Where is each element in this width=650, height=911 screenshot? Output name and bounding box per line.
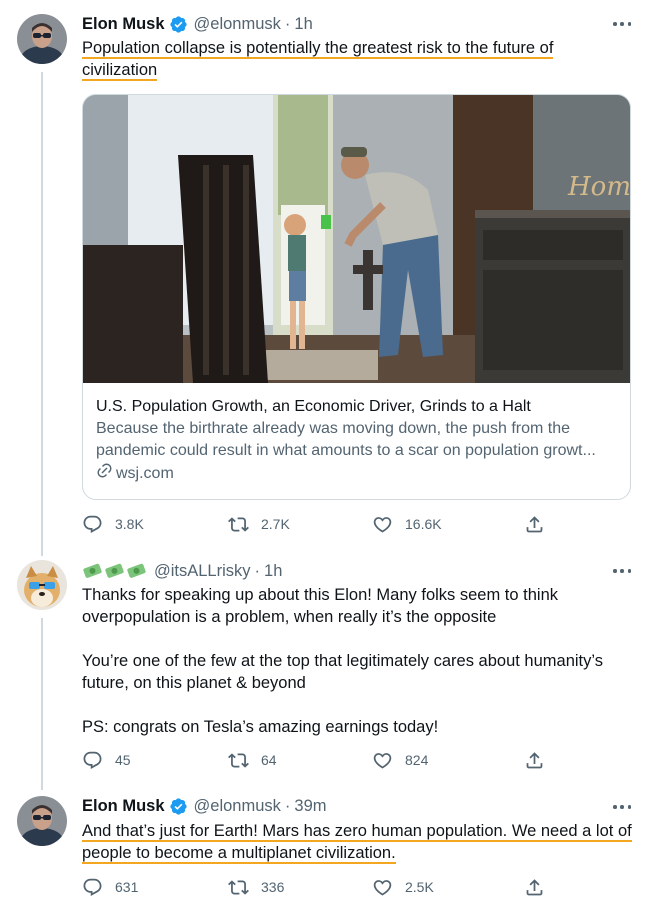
like-count: 824 xyxy=(405,752,429,768)
reply-count: 45 xyxy=(115,752,131,768)
card-description: Because the birthrate already was moving… xyxy=(96,418,617,462)
retweet-count: 336 xyxy=(261,879,285,895)
separator: · xyxy=(284,796,291,815)
tweet-text: Thanks for speaking up about this Elon! … xyxy=(82,584,634,738)
tweet-text: And that’s just for Earth! Mars has zero… xyxy=(82,820,634,864)
like-count: 16.6K xyxy=(405,516,442,532)
reply-button[interactable]: 631 xyxy=(82,876,138,898)
card-domain-text[interactable]: wsj.com xyxy=(116,463,174,485)
share-button[interactable] xyxy=(524,749,557,771)
tweet-text-line: overpopulation is a problem, when really… xyxy=(82,608,497,626)
tweet-text-line: You’re one of the few at the top that le… xyxy=(82,652,603,670)
like-icon xyxy=(373,516,392,533)
timestamp[interactable]: 1h xyxy=(294,15,312,34)
card-title: U.S. Population Growth, an Economic Driv… xyxy=(96,398,531,415)
tweet-3[interactable]: Elon Musk @elonmusk · 39m And that’s jus… xyxy=(0,786,650,911)
tweet-1[interactable]: Elon Musk @elonmusk · 1h Population coll… xyxy=(0,0,650,550)
share-button[interactable] xyxy=(524,876,557,898)
display-name[interactable]: Elon Musk xyxy=(82,15,165,34)
tweet-text-line: civilization xyxy=(82,61,158,81)
more-icon[interactable] xyxy=(610,16,634,32)
share-icon xyxy=(526,878,543,895)
money-bag-emoji-icon xyxy=(82,561,148,581)
display-name[interactable]: Elon Musk xyxy=(82,797,165,816)
reply-count: 3.8K xyxy=(115,516,144,532)
tweet-text-line: people to become a multiplanet civilizat… xyxy=(82,844,396,864)
share-icon xyxy=(526,515,543,532)
link-card[interactable]: Home U.S. Population Growth, an Economic… xyxy=(82,94,631,500)
more-icon[interactable] xyxy=(610,563,634,579)
link-icon xyxy=(96,462,116,486)
like-icon xyxy=(373,879,392,896)
action-bar: 631 336 2.5K xyxy=(82,876,552,898)
avatar[interactable] xyxy=(17,14,67,64)
tweet-text-line: PS: congrats on Tesla’s amazing earnings… xyxy=(82,718,439,736)
share-button[interactable] xyxy=(524,513,557,535)
tweet-text-line: future, on this planet & beyond xyxy=(82,674,306,692)
reply-icon xyxy=(83,751,102,769)
avatar[interactable] xyxy=(17,560,67,610)
like-button[interactable]: 2.5K xyxy=(372,876,434,898)
card-description-line: Because the birthrate already was moving… xyxy=(96,420,571,437)
like-button[interactable]: 16.6K xyxy=(372,513,442,535)
retweet-count: 2.7K xyxy=(261,516,290,532)
handle[interactable]: @elonmusk xyxy=(194,15,281,34)
separator: · xyxy=(284,14,291,33)
retweet-button[interactable]: 64 xyxy=(228,749,277,771)
retweet-button[interactable]: 336 xyxy=(228,876,284,898)
avatar[interactable] xyxy=(17,796,67,846)
tweet-2[interactable]: @itsALLrisky · 1h Thanks for speaking up… xyxy=(0,550,650,786)
card-description-line: pandemic could result in what amounts to… xyxy=(96,442,596,459)
tweet-text: Population collapse is potentially the g… xyxy=(82,37,634,81)
timestamp[interactable]: 39m xyxy=(294,797,326,816)
retweet-icon xyxy=(228,516,249,532)
reply-icon xyxy=(83,878,102,896)
verified-badge-icon xyxy=(169,797,188,816)
svg-text:Home: Home xyxy=(567,172,631,202)
card-domain: wsj.com xyxy=(96,462,617,486)
more-icon[interactable] xyxy=(610,799,634,815)
separator: · xyxy=(254,561,261,580)
tweet-text-line: Population collapse is potentially the g… xyxy=(82,39,554,59)
retweet-count: 64 xyxy=(261,752,277,768)
handle[interactable]: @elonmusk xyxy=(194,797,281,816)
like-button[interactable]: 824 xyxy=(372,749,428,771)
card-image: Home xyxy=(83,95,631,383)
like-icon xyxy=(373,752,392,769)
retweet-button[interactable]: 2.7K xyxy=(228,513,290,535)
reply-icon xyxy=(83,515,102,533)
action-bar: 45 64 824 xyxy=(82,749,552,771)
reply-button[interactable]: 3.8K xyxy=(82,513,144,535)
share-icon xyxy=(526,751,543,768)
tweet-text-line: And that’s just for Earth! Mars has zero… xyxy=(82,822,632,842)
tweet-header: @itsALLrisky · 1h xyxy=(82,560,282,582)
retweet-icon xyxy=(228,879,249,895)
tweet-header: Elon Musk @elonmusk · 39m xyxy=(82,795,327,817)
timestamp[interactable]: 1h xyxy=(264,562,282,581)
action-bar: 3.8K 2.7K 16.6K xyxy=(82,513,552,535)
tweet-text-line: Thanks for speaking up about this Elon! … xyxy=(82,586,559,604)
tweet-header: Elon Musk @elonmusk · 1h xyxy=(82,13,313,35)
reply-button[interactable]: 45 xyxy=(82,749,131,771)
verified-badge-icon xyxy=(169,15,188,34)
reply-count: 631 xyxy=(115,879,139,895)
like-count: 2.5K xyxy=(405,879,434,895)
handle[interactable]: @itsALLrisky xyxy=(154,562,251,581)
retweet-icon xyxy=(228,752,249,768)
